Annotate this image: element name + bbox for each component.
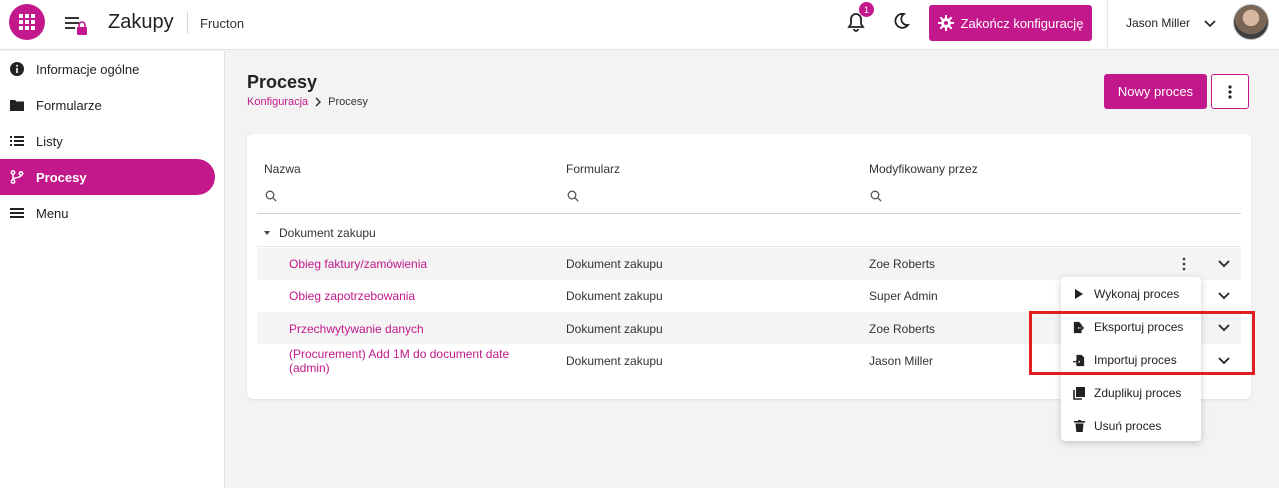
sidebar-item-forms[interactable]: Formularze <box>0 87 215 123</box>
menu-item-duplicate-process[interactable]: Zduplikuj proces <box>1061 377 1201 409</box>
process-name-link[interactable]: Obieg zapotrzebowania <box>289 289 415 303</box>
sidebar-item-label: Listy <box>36 133 63 149</box>
play-icon <box>1073 288 1085 300</box>
form-cell: Dokument zakupu <box>566 322 663 336</box>
process-branch-icon <box>10 170 24 184</box>
dark-mode-toggle[interactable] <box>891 11 911 31</box>
group-row-purchase-document[interactable]: Dokument zakupu <box>257 219 1241 247</box>
menu-item-label: Usuń proces <box>1094 419 1162 433</box>
page-more-options-button[interactable] <box>1211 74 1249 109</box>
duplicate-icon <box>1073 386 1085 400</box>
grid-icon <box>19 14 35 30</box>
sidebar-item-processes[interactable]: Procesy <box>0 159 215 195</box>
user-menu-button[interactable] <box>1203 16 1217 30</box>
more-vertical-icon <box>1228 84 1232 99</box>
folder-icon <box>10 98 24 112</box>
chevron-down-icon[interactable] <box>1217 258 1231 270</box>
finish-configuration-label: Zakończ konfigurację <box>960 15 1084 31</box>
column-header-form[interactable]: Formularz <box>566 162 620 176</box>
sidebar-item-menu[interactable]: Menu <box>0 195 215 231</box>
table-row[interactable]: Obieg faktury/zamówienia Dokument zakupu… <box>257 248 1241 280</box>
sidebar-item-general-info[interactable]: Informacje ogólne <box>0 51 215 87</box>
trash-icon <box>1073 420 1085 432</box>
notification-count-badge: 1 <box>859 2 874 17</box>
info-icon <box>10 62 24 76</box>
list-icon <box>10 134 24 148</box>
top-bar: Zakupy Fructon 1 Zakończ konfigurację Ja… <box>0 0 1279 50</box>
column-header-name[interactable]: Nazwa <box>264 162 301 176</box>
chevron-down-icon <box>1204 20 1216 28</box>
caret-down-icon <box>264 230 270 235</box>
avatar[interactable] <box>1233 4 1269 40</box>
finish-configuration-button[interactable]: Zakończ konfigurację <box>929 5 1092 41</box>
menu-icon <box>10 206 24 220</box>
modified-by-cell: Zoe Roberts <box>869 322 936 336</box>
modified-by-cell: Super Admin <box>869 289 938 303</box>
chevron-down-icon[interactable] <box>1217 290 1231 302</box>
breadcrumb: Konfiguracja Procesy <box>247 96 368 108</box>
page-title: Procesy <box>247 72 318 92</box>
header-divider <box>187 12 188 34</box>
menu-item-label: Wykonaj proces <box>1094 287 1180 301</box>
app-title: Zakupy <box>108 11 174 33</box>
sidebar: Informacje ogólne Formularze Listy Proce… <box>0 51 225 488</box>
search-icon[interactable] <box>265 190 277 202</box>
menu-item-label: Zduplikuj proces <box>1094 386 1182 400</box>
app-launcher-button[interactable] <box>9 4 45 40</box>
moon-icon <box>894 12 910 29</box>
company-name: Fructon <box>200 16 245 31</box>
modified-by-cell: Zoe Roberts <box>869 257 936 271</box>
group-label: Dokument zakupu <box>279 225 376 240</box>
sidebar-item-label: Menu <box>36 205 69 221</box>
user-name[interactable]: Jason Miller <box>1126 16 1190 30</box>
search-icon[interactable] <box>870 190 882 202</box>
sidebar-item-lists[interactable]: Listy <box>0 123 215 159</box>
breadcrumb-current: Procesy <box>328 96 368 108</box>
filter-row-divider <box>257 213 1241 214</box>
form-cell: Dokument zakupu <box>566 354 663 368</box>
menu-item-run-process[interactable]: Wykonaj proces <box>1061 278 1201 310</box>
chevron-right-icon <box>315 97 322 107</box>
sidebar-item-label: Informacje ogólne <box>36 61 140 77</box>
breadcrumb-link-configuration[interactable]: Konfiguracja <box>247 96 308 108</box>
menu-lock-button[interactable] <box>64 14 90 36</box>
sidebar-item-label: Formularze <box>36 97 102 113</box>
modified-by-cell: Jason Miller <box>869 354 934 368</box>
process-name-link[interactable]: Obieg faktury/zamówienia <box>289 257 427 271</box>
search-icon[interactable] <box>567 190 579 202</box>
form-cell: Dokument zakupu <box>566 257 663 271</box>
row-more-options-icon[interactable] <box>1181 257 1187 271</box>
menu-item-delete-process[interactable]: Usuń proces <box>1061 410 1201 442</box>
annotation-highlight-box <box>1029 311 1255 375</box>
menu-lock-icon <box>65 17 87 35</box>
column-header-modified-by[interactable]: Modyfikowany przez <box>869 162 978 176</box>
process-name-link[interactable]: (Procurement) Add 1M do document date (a… <box>289 347 529 375</box>
user-divider <box>1107 0 1108 50</box>
form-cell: Dokument zakupu <box>566 289 663 303</box>
process-name-link[interactable]: Przechwytywanie danych <box>289 322 424 336</box>
new-process-button[interactable]: Nowy proces <box>1104 74 1207 109</box>
sidebar-item-label: Procesy <box>36 169 87 185</box>
gear-icon <box>937 15 954 31</box>
